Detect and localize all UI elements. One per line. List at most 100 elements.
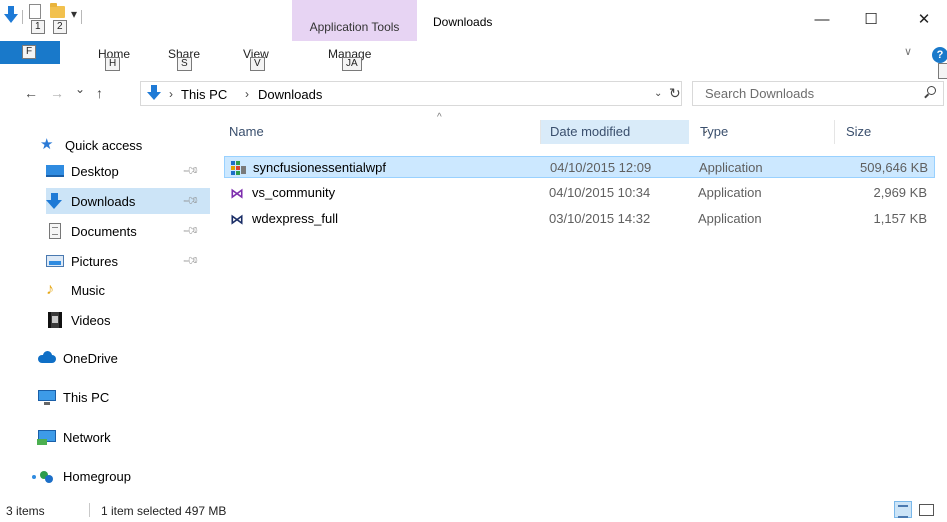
forward-button[interactable]: → <box>50 85 64 101</box>
search-icon[interactable] <box>923 86 937 100</box>
sidebar-item-label: OneDrive <box>63 350 118 366</box>
large-icons-view-icon[interactable] <box>917 502 935 517</box>
file-name: vs_community <box>252 185 336 200</box>
address-history-button[interactable]: ⌄ <box>654 88 662 99</box>
file-type: Application <box>698 211 762 226</box>
address-bar[interactable]: › This PC › Downloads ⌄ ↻ <box>140 81 682 106</box>
table-row[interactable]: ⋈ vs_community 04/10/2015 10:34 Applicat… <box>224 182 935 204</box>
sidebar-item-videos[interactable]: Videos <box>46 307 210 333</box>
sidebar-item-label: Network <box>63 429 111 445</box>
toolbar-divider <box>22 10 23 24</box>
visual-studio-express-icon: ⋈ <box>230 211 244 227</box>
new-folder-icon <box>50 3 65 18</box>
music-icon: ♪ <box>46 281 54 298</box>
sidebar-item-pictures[interactable]: Pictures 📌︎ <box>46 248 210 274</box>
expand-ribbon-button[interactable]: ∨ <box>904 45 912 58</box>
this-pc-icon <box>38 390 56 405</box>
sidebar-item-desktop[interactable]: Desktop 📌︎ <box>46 158 210 184</box>
tab-file[interactable]: F <box>0 41 60 64</box>
videos-icon <box>48 312 62 328</box>
keytip-file: F <box>22 45 37 59</box>
pin-icon[interactable]: 📌︎ <box>181 191 200 210</box>
customize-toolbar-button[interactable]: ▾ <box>71 7 77 21</box>
sidebar-item-label: Pictures <box>71 253 118 269</box>
pin-icon[interactable]: 📌︎ <box>181 161 200 180</box>
file-name: wdexpress_full <box>252 211 338 226</box>
pin-icon[interactable]: 📌︎ <box>181 251 200 270</box>
status-bar: 3 items 1 item selected 497 MB <box>0 497 947 522</box>
sidebar-item-network[interactable]: Network <box>37 424 218 450</box>
sidebar-item-label: Downloads <box>71 193 136 209</box>
file-date-modified: 04/10/2015 12:09 <box>550 160 652 175</box>
quick-access-toolbar: 1 2 ▾ <box>4 3 83 34</box>
keytip-2: 2 <box>53 20 67 34</box>
visual-studio-icon: ⋈ <box>230 185 244 201</box>
sidebar-item-label: Videos <box>71 312 111 328</box>
table-row[interactable]: ⋈ wdexpress_full 03/10/2015 14:32 Applic… <box>224 208 935 230</box>
sidebar-item-label: Desktop <box>71 163 119 179</box>
sidebar-item-documents[interactable]: Documents 📌︎ <box>46 218 210 244</box>
keytip-1: 1 <box>31 20 45 34</box>
back-button[interactable]: ← <box>24 85 38 101</box>
desktop-icon <box>46 165 64 177</box>
tab-home[interactable]: Home H <box>98 47 130 71</box>
refresh-icon[interactable]: ↻ <box>669 85 681 102</box>
file-date-modified: 04/10/2015 10:34 <box>549 185 651 200</box>
keytip-home: H <box>105 57 121 71</box>
star-icon: ★ <box>40 136 54 153</box>
search-box[interactable] <box>692 81 944 106</box>
tab-share[interactable]: Share S <box>168 47 200 71</box>
pin-icon[interactable]: 📌︎ <box>181 221 200 240</box>
table-row[interactable]: syncfusionessentialwpf 04/10/2015 12:09 … <box>224 156 935 178</box>
keytip-help <box>938 63 947 79</box>
status-divider <box>89 503 90 517</box>
downloads-location-icon <box>147 85 161 103</box>
syncfusion-icon <box>231 161 247 175</box>
tab-view[interactable]: View V <box>243 47 269 71</box>
title-bar: 1 2 ▾ Application Tools Downloads — ☐ ✕ <box>0 0 947 41</box>
sidebar-item-label: Music <box>71 282 105 298</box>
sidebar-item-onedrive[interactable]: OneDrive <box>38 345 218 371</box>
keytip-manage: JA <box>342 57 362 71</box>
sidebar-item-this-pc[interactable]: This PC <box>38 384 218 410</box>
sidebar-item-label: Quick access <box>65 137 143 153</box>
keytip-view: V <box>250 57 265 71</box>
column-header-name[interactable]: Name <box>224 120 540 144</box>
selection-info: 1 item selected 497 MB <box>101 504 227 518</box>
help-icon[interactable]: ? <box>932 47 947 63</box>
maximize-button[interactable]: ☐ <box>857 10 885 30</box>
item-count: 3 items <box>6 504 45 518</box>
file-date-modified: 03/10/2015 14:32 <box>549 211 651 226</box>
sidebar-item-downloads[interactable]: Downloads 📌︎ <box>46 188 210 214</box>
downloads-folder-icon[interactable] <box>4 6 18 24</box>
sidebar-item-music[interactable]: ♪ Music <box>46 277 210 303</box>
breadcrumb-separator[interactable]: › <box>245 87 249 101</box>
minimize-button[interactable]: — <box>808 10 836 30</box>
pictures-icon <box>46 255 64 267</box>
search-input[interactable] <box>705 83 915 104</box>
file-type: Application <box>698 185 762 200</box>
breadcrumb-this-pc[interactable]: This PC <box>181 87 227 102</box>
toolbar-divider <box>81 10 83 24</box>
properties-button[interactable]: 1 <box>27 4 45 34</box>
sidebar-item-homegroup[interactable]: Homegroup <box>32 463 218 489</box>
up-button[interactable]: ↑ <box>96 85 103 101</box>
column-header-size[interactable]: Size <box>835 120 935 144</box>
new-folder-button[interactable]: 2 <box>49 3 67 34</box>
keytip-share: S <box>177 57 192 71</box>
file-size: 509,646 KB <box>860 160 928 175</box>
tab-manage[interactable]: Manage JA <box>328 47 371 71</box>
details-view-icon[interactable] <box>894 501 912 518</box>
sidebar-item-label: Documents <box>71 223 137 239</box>
onedrive-icon <box>38 351 56 363</box>
close-button[interactable]: ✕ <box>910 10 938 30</box>
network-icon <box>37 430 56 445</box>
documents-icon <box>49 223 61 239</box>
breadcrumb-downloads[interactable]: Downloads <box>258 87 322 102</box>
column-header-type[interactable]: Type <box>697 120 835 144</box>
sidebar-item-quick-access[interactable]: ★ Quick access <box>40 132 220 158</box>
sidebar-item-label: Homegroup <box>63 468 131 484</box>
recent-locations-button[interactable]: ⌄ <box>75 82 85 96</box>
column-header-date-modified[interactable]: Date modified <box>541 120 689 144</box>
breadcrumb-separator[interactable]: › <box>169 87 173 101</box>
